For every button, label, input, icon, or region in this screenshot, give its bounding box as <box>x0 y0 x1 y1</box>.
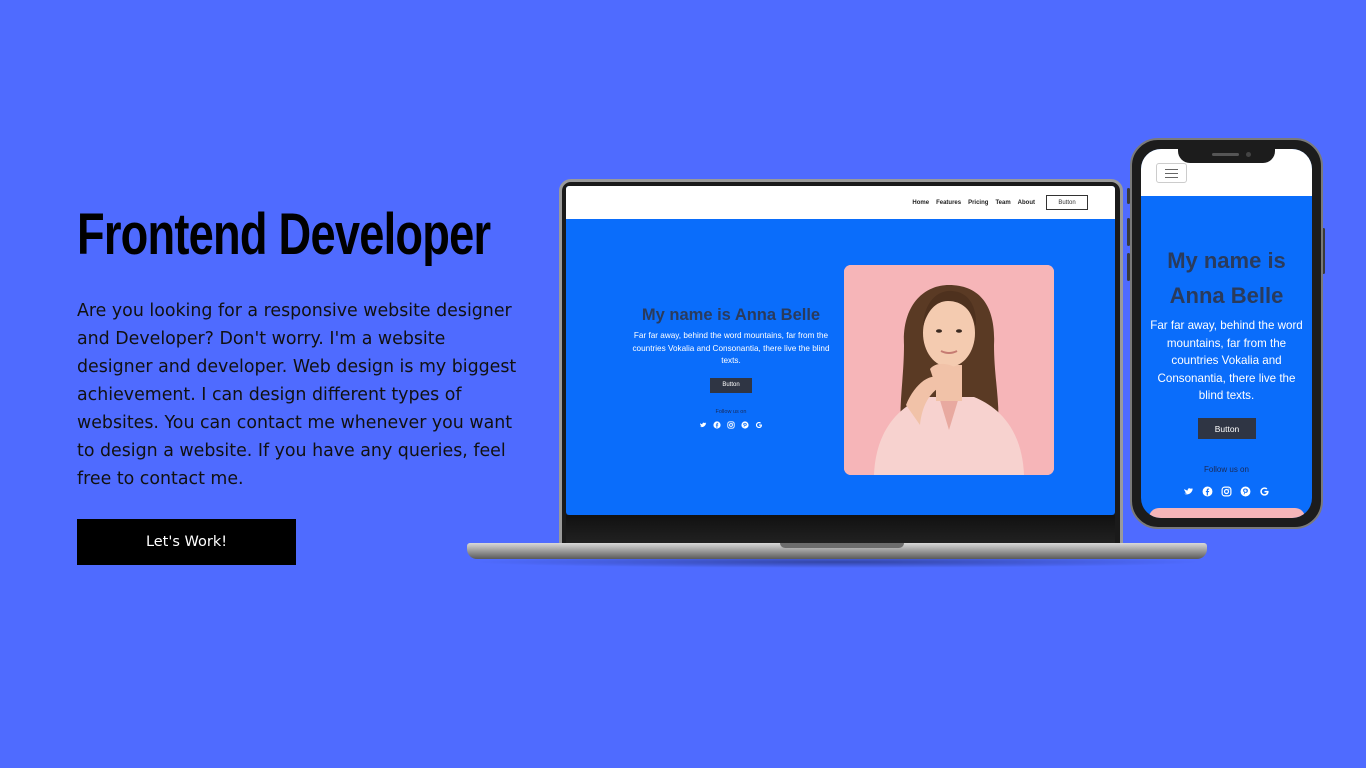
pinterest-icon[interactable] <box>1240 486 1251 497</box>
phone-site-description: Far far away, behind the word mountains,… <box>1150 319 1303 402</box>
nav-link-home[interactable]: Home <box>911 200 930 206</box>
woman-portrait-image <box>844 265 1054 475</box>
google-icon[interactable] <box>1259 486 1270 497</box>
google-icon[interactable] <box>755 421 763 429</box>
twitter-icon[interactable] <box>699 421 707 429</box>
nav-link-features[interactable]: Features <box>935 200 962 206</box>
instagram-icon[interactable] <box>1221 486 1232 497</box>
phone-screen: My name is Anna Belle Far far away, behi… <box>1141 149 1312 518</box>
facebook-icon[interactable] <box>713 420 721 429</box>
facebook-icon[interactable] <box>1202 486 1213 497</box>
laptop-site-navbar: Home Features Pricing Team About Button <box>566 186 1115 219</box>
phone-camera <box>1246 152 1251 157</box>
laptop-site-hero: My name is Anna Belle Far far away, behi… <box>632 306 830 429</box>
profile-photo <box>844 265 1054 475</box>
laptop-site-title: My name is Anna Belle <box>641 306 821 324</box>
laptop-screen: Home Features Pricing Team About Button … <box>566 186 1115 515</box>
laptop-site-description: Far far away, behind the word mountains,… <box>632 331 830 365</box>
phone-site-title: My name is Anna Belle <box>1167 248 1286 308</box>
laptop-hinge-notch <box>780 543 904 548</box>
laptop-bezel <box>566 515 1115 545</box>
phone-site-button[interactable]: Button <box>1198 418 1256 439</box>
phone-social-icons <box>1141 486 1312 497</box>
phone-speaker <box>1212 153 1239 156</box>
phone-profile-photo <box>1149 508 1305 518</box>
hero-description: Are you looking for a responsive website… <box>77 301 517 489</box>
twitter-icon[interactable] <box>1183 486 1194 497</box>
pinterest-icon[interactable] <box>741 420 749 429</box>
laptop-social-icons <box>632 420 830 429</box>
nav-link-team[interactable]: Team <box>994 200 1011 206</box>
nav-link-about[interactable]: About <box>1017 200 1036 206</box>
hero-title: Frontend Developer <box>77 202 491 267</box>
nav-button[interactable]: Button <box>1046 195 1088 210</box>
laptop-site-button[interactable]: Button <box>710 377 752 393</box>
instagram-icon[interactable] <box>727 420 735 429</box>
phone-follow-label: Follow us on <box>1204 465 1249 474</box>
hamburger-menu-icon[interactable] <box>1156 163 1187 183</box>
laptop-follow-label: Follow us on <box>715 408 747 415</box>
lets-work-button[interactable]: Let's Work! <box>77 519 296 565</box>
nav-link-pricing[interactable]: Pricing <box>967 200 989 206</box>
